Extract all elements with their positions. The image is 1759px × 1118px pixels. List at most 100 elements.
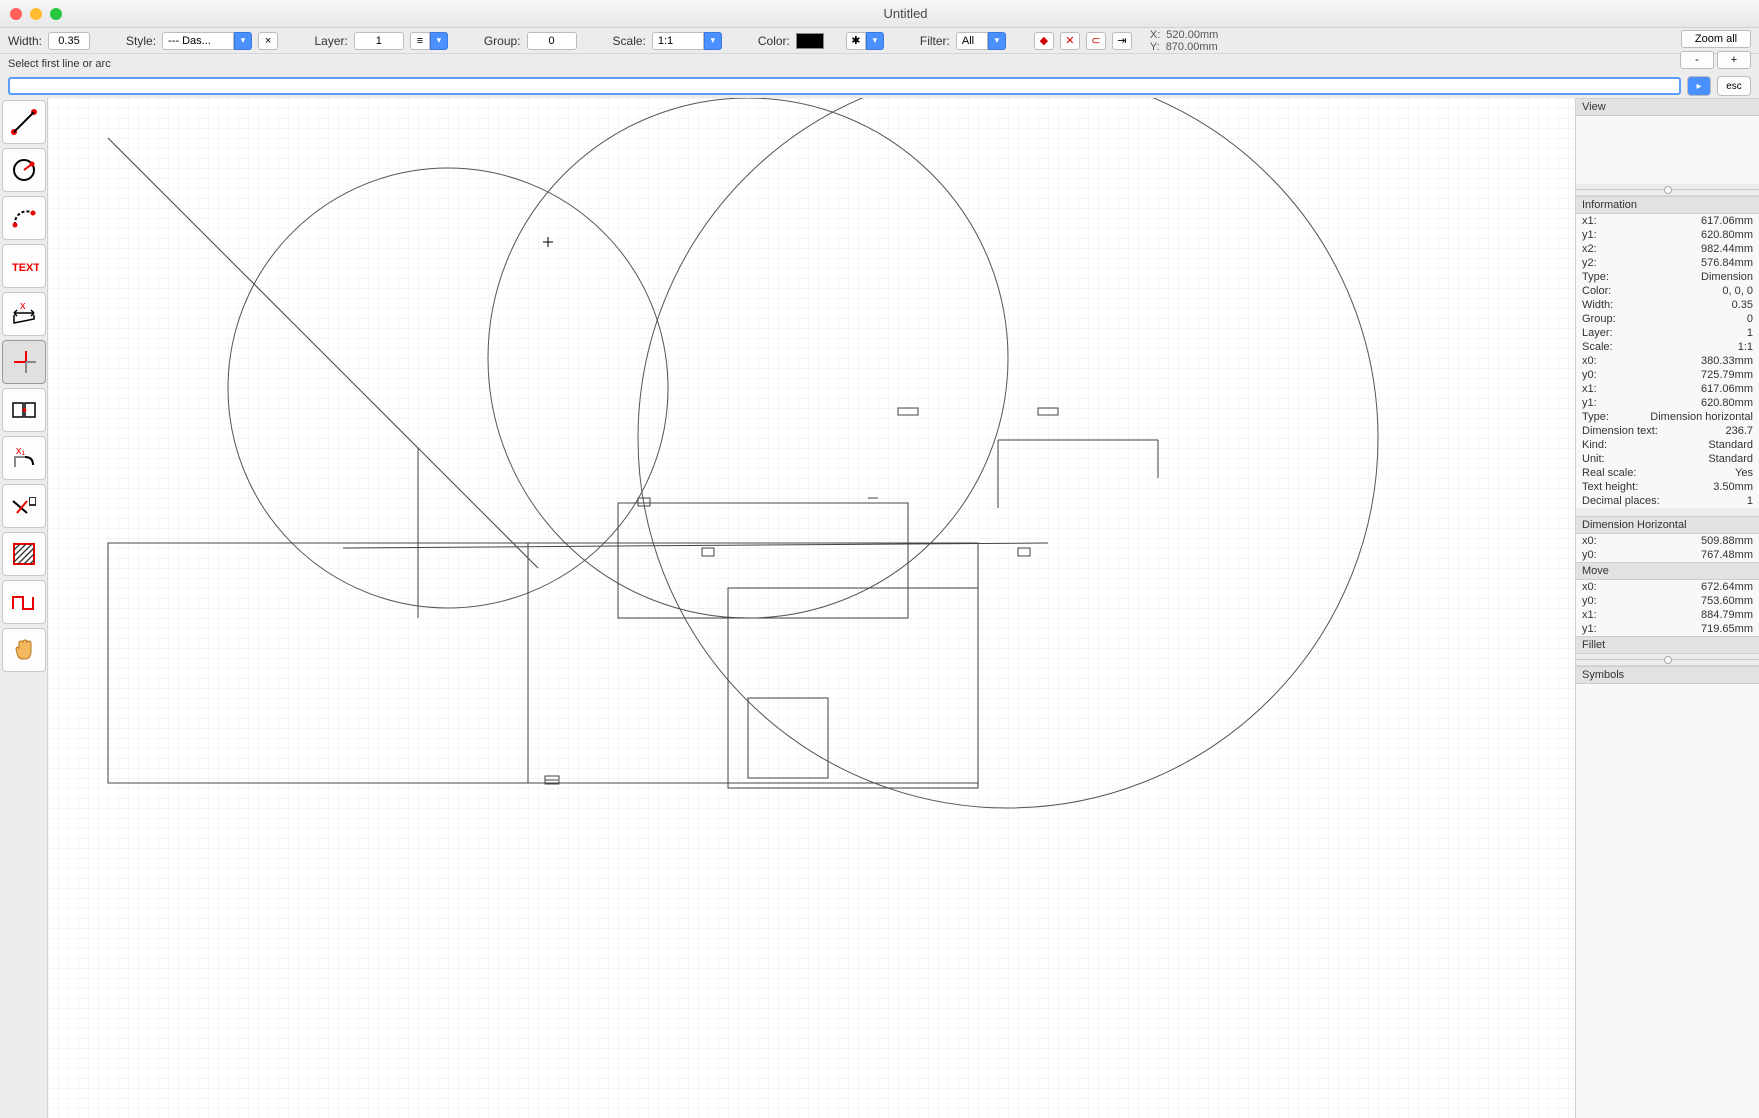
info-value: 3.50mm <box>1713 481 1753 493</box>
info-value: 1:1 <box>1738 341 1753 353</box>
zoom-out-button[interactable]: - <box>1680 51 1714 69</box>
info-row: Type:Dimension <box>1576 270 1759 284</box>
info-key: x0: <box>1582 535 1597 547</box>
info-value: 1 <box>1747 327 1753 339</box>
fillet-slider[interactable] <box>1576 654 1759 666</box>
dimension-horizontal-header[interactable]: Dimension Horizontal <box>1576 516 1759 534</box>
zoom-all-button[interactable]: Zoom all <box>1681 30 1751 48</box>
minimize-window-button[interactable] <box>30 8 42 20</box>
snap-toggle-3[interactable]: ⊂ <box>1086 32 1106 50</box>
symbols-header[interactable]: Symbols <box>1576 666 1759 684</box>
info-value: 725.79mm <box>1701 369 1753 381</box>
move-header[interactable]: Move <box>1576 562 1759 580</box>
filter-select[interactable]: All ▾ <box>956 32 1006 50</box>
svg-text:TEXT: TEXT <box>12 262 39 274</box>
chevron-down-icon[interactable]: ▾ <box>988 32 1006 50</box>
info-key: Width: <box>1582 299 1613 311</box>
snap-toggle-4[interactable]: ⇥ <box>1112 32 1132 50</box>
x-value: 520.00mm <box>1166 29 1218 41</box>
info-key: y0: <box>1582 369 1597 381</box>
info-value: 617.06mm <box>1701 215 1753 227</box>
close-window-button[interactable] <box>10 8 22 20</box>
view-body <box>1576 116 1759 184</box>
info-key: Dimension text: <box>1582 425 1658 437</box>
scale-select[interactable]: 1:1 ▾ <box>652 32 722 50</box>
view-slider[interactable] <box>1576 184 1759 196</box>
info-key: y0: <box>1582 549 1597 561</box>
zoom-controls: Zoom all - + <box>1680 30 1751 69</box>
info-row: x1:617.06mm <box>1576 214 1759 228</box>
info-row: y1:719.65mm <box>1576 622 1759 636</box>
dimension-tool[interactable]: x <box>2 292 46 336</box>
info-key: Text height: <box>1582 481 1638 493</box>
left-toolbar: TEXT x x₁ <box>0 98 48 1118</box>
info-key: Kind: <box>1582 439 1607 451</box>
info-key: Layer: <box>1582 327 1613 339</box>
info-key: x2: <box>1582 243 1597 255</box>
snap-toggle-2[interactable]: ✕ <box>1060 32 1080 50</box>
info-row: y1:620.80mm <box>1576 396 1759 410</box>
info-value: 236.7 <box>1725 425 1753 437</box>
fillet-tool[interactable]: x₁ <box>2 436 46 480</box>
info-row: Type:Dimension horizontal <box>1576 410 1759 424</box>
arc-tool[interactable] <box>2 196 46 240</box>
layer-options[interactable]: ≡ ▾ <box>410 32 448 50</box>
submit-button[interactable]: ▸ <box>1687 76 1711 96</box>
information-header[interactable]: Information <box>1576 196 1759 214</box>
gear-icon[interactable]: ✱ <box>846 32 866 50</box>
text-tool[interactable]: TEXT <box>2 244 46 288</box>
zoom-in-button[interactable]: + <box>1717 51 1751 69</box>
zoom-window-button[interactable] <box>50 8 62 20</box>
info-row: y0:767.48mm <box>1576 548 1759 562</box>
snap-toggle-1[interactable]: ◆ <box>1034 32 1054 50</box>
style-clear-button[interactable]: × <box>258 32 278 50</box>
esc-button[interactable]: esc <box>1717 76 1751 96</box>
scale-value: 1:1 <box>652 32 704 50</box>
window-title: Untitled <box>62 6 1749 21</box>
info-value: Yes <box>1735 467 1753 479</box>
fillet-header[interactable]: Fillet <box>1576 636 1759 654</box>
view-header[interactable]: View <box>1576 98 1759 116</box>
circle-tool[interactable] <box>2 148 46 192</box>
info-key: y2: <box>1582 257 1597 269</box>
settings-menu[interactable]: ✱ ▾ <box>846 32 884 50</box>
color-swatch[interactable] <box>796 33 824 49</box>
info-row: Layer: 1 <box>1576 326 1759 340</box>
corner-tool[interactable] <box>2 340 46 384</box>
polyline-tool[interactable] <box>2 580 46 624</box>
info-row: y1:620.80mm <box>1576 228 1759 242</box>
info-row: x1:884.79mm <box>1576 608 1759 622</box>
layer-input[interactable] <box>354 32 404 50</box>
info-value: 0.35 <box>1732 299 1753 311</box>
width-input[interactable] <box>48 32 90 50</box>
y-label: Y: <box>1150 41 1160 53</box>
pan-tool[interactable] <box>2 628 46 672</box>
dimension-horizontal-body: x0:509.88mmy0:767.48mm <box>1576 534 1759 562</box>
chevron-down-icon[interactable]: ▾ <box>866 32 884 50</box>
command-input[interactable] <box>8 77 1681 95</box>
info-value: 617.06mm <box>1701 383 1753 395</box>
style-select[interactable]: --- Das... ▾ <box>162 32 252 50</box>
color-label: Color: <box>758 34 790 48</box>
line-tool[interactable] <box>2 100 46 144</box>
drawing-canvas[interactable] <box>48 98 1575 1118</box>
move-tool[interactable] <box>2 388 46 432</box>
info-value: 719.65mm <box>1701 623 1753 635</box>
info-key: Color: <box>1582 285 1611 297</box>
chevron-down-icon[interactable]: ▾ <box>234 32 252 50</box>
hatch-tool[interactable] <box>2 532 46 576</box>
symbols-body <box>1576 684 1759 1118</box>
information-body: x1:617.06mmy1:620.80mmx2:982.44mmy2:576.… <box>1576 214 1759 508</box>
list-icon[interactable]: ≡ <box>410 32 430 50</box>
move-body: x0:672.64mmy0:753.60mmx1:884.79mmy1:719.… <box>1576 580 1759 636</box>
info-row: Decimal places:1 <box>1576 494 1759 508</box>
chevron-down-icon[interactable]: ▾ <box>704 32 722 50</box>
group-input[interactable] <box>527 32 577 50</box>
info-key: x0: <box>1582 581 1597 593</box>
trim-tool[interactable] <box>2 484 46 528</box>
info-key: y1: <box>1582 397 1597 409</box>
chevron-down-icon[interactable]: ▾ <box>430 32 448 50</box>
info-value: Standard <box>1708 439 1753 451</box>
info-key: x1: <box>1582 383 1597 395</box>
cursor-coordinates: X:520.00mm Y:870.00mm <box>1150 29 1218 53</box>
